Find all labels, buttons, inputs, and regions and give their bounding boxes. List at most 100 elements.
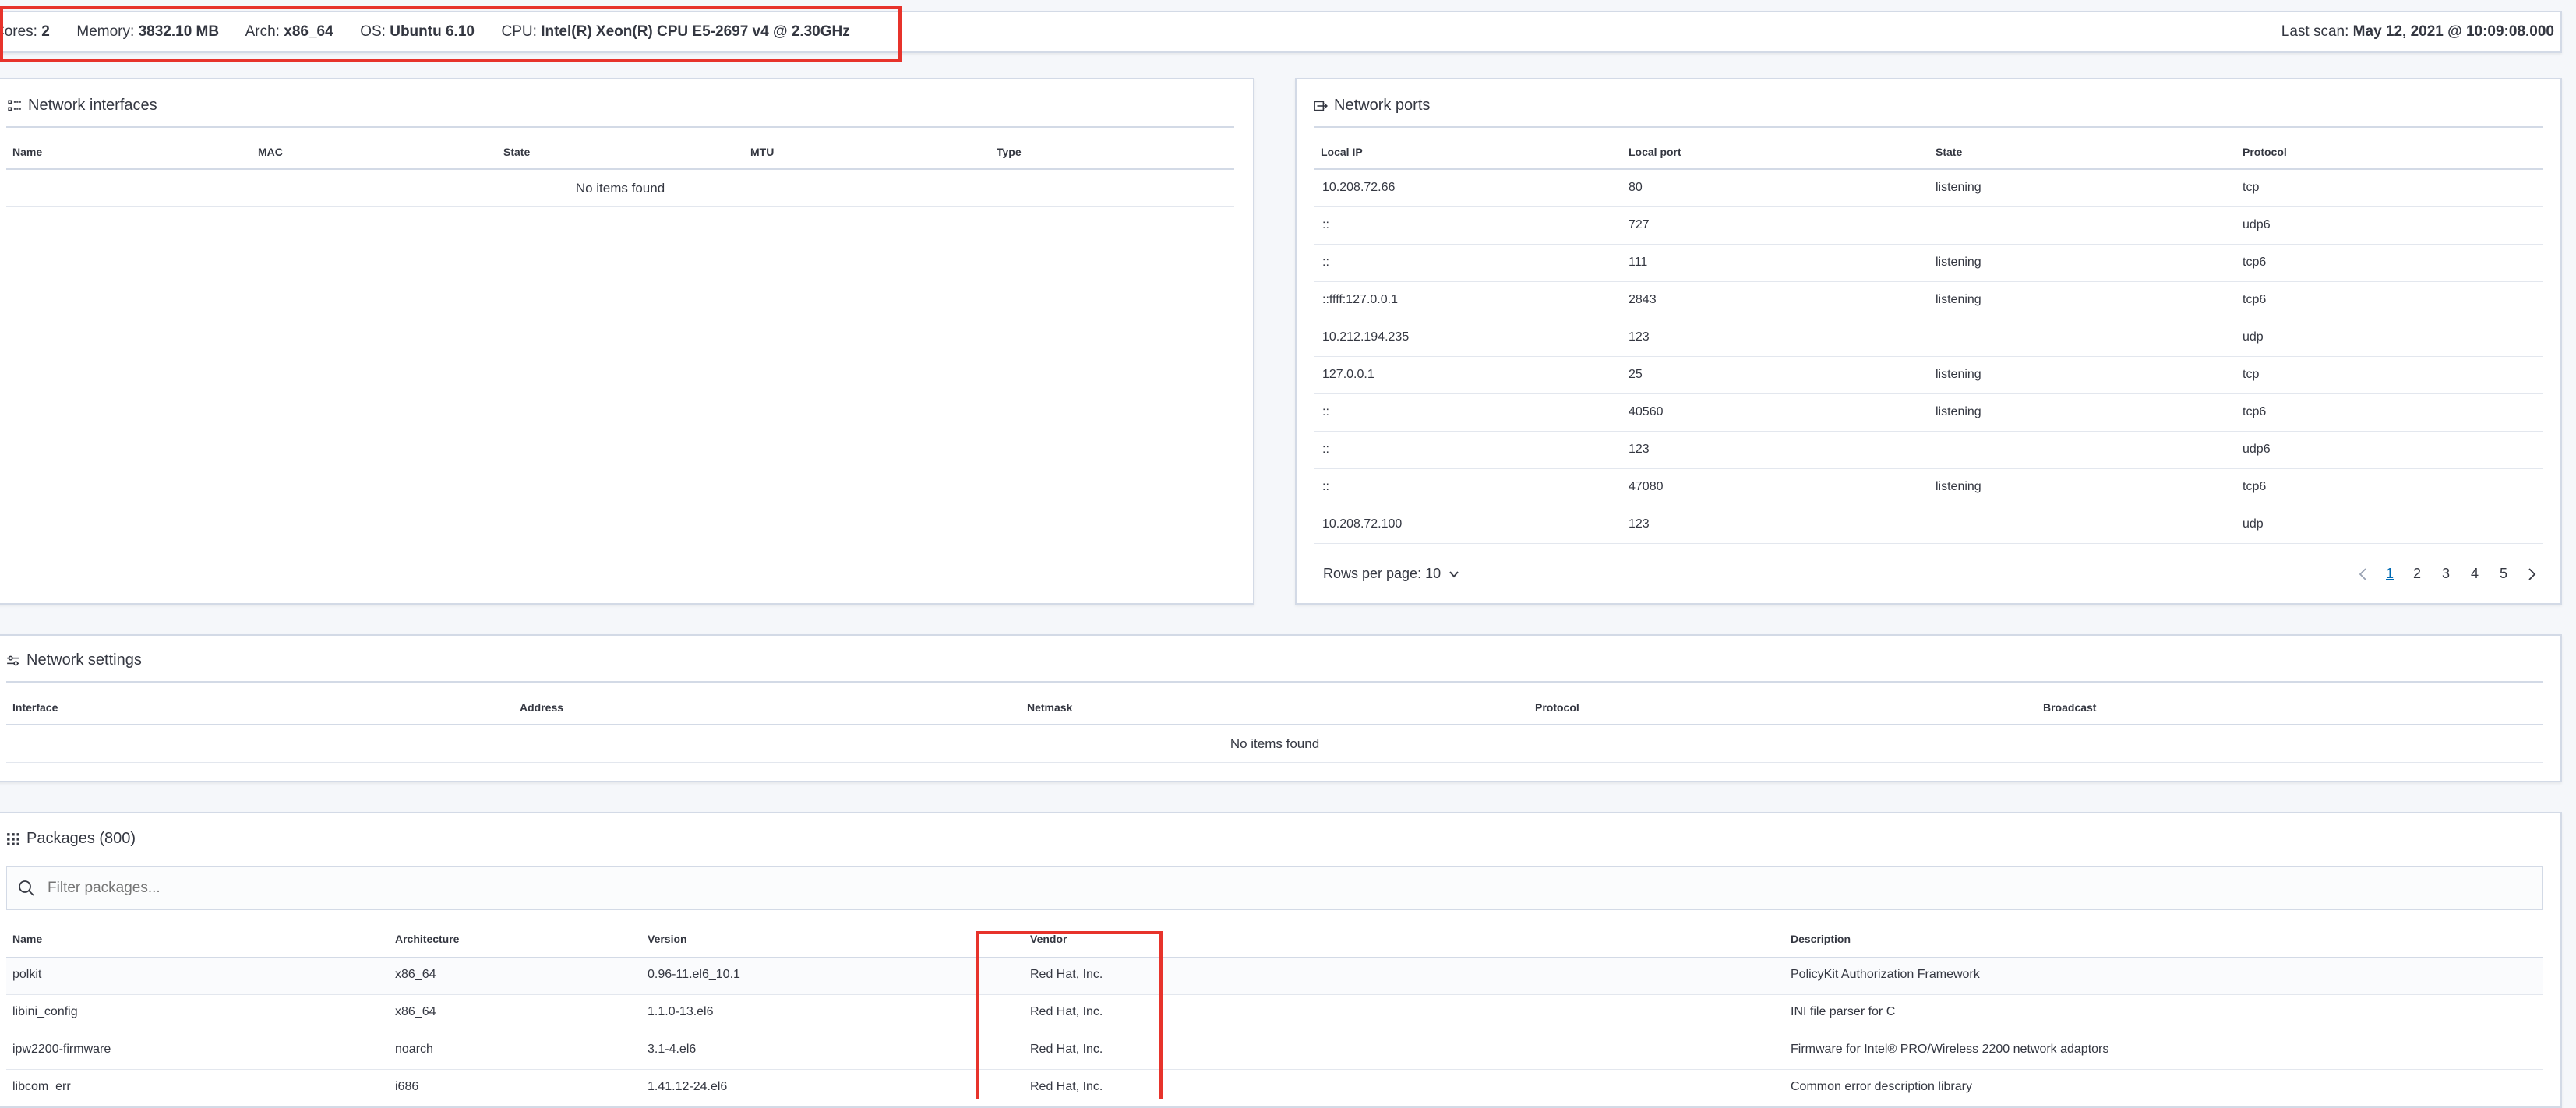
chevron-right-icon[interactable] [2526,567,2537,581]
network-ports-panel [1295,78,2562,605]
port-number: 47080 [1629,480,1664,493]
pkg-description: Firmware for Intel® PRO/Wireless 2200 ne… [1791,1043,2109,1056]
port-protocol: tcp6 [2243,405,2267,418]
port-ip: 127.0.0.1 [1322,368,1374,381]
last-scan: Last scan: May 12, 2021 @ 10:09:08.000 [2281,23,2554,41]
network-port-icon [1314,101,1328,111]
port-protocol: tcp6 [2243,480,2267,493]
pkg-version: 3.1-4.el6 [648,1043,697,1056]
col-protocol[interactable]: Protocol [2243,146,2287,158]
col-pkg-version[interactable]: Version [648,933,687,945]
network-interfaces-title: Network interfaces [8,97,157,115]
pkg-name: libcom_err [12,1080,71,1093]
port-ip: :: [1322,405,1329,418]
col-mac[interactable]: MAC [258,146,283,158]
last-scan-value: May 12, 2021 @ 10:09:08.000 [2352,23,2554,40]
col-local-ip[interactable]: Local IP [1321,146,1363,158]
list-icon [8,99,21,111]
col-type[interactable]: Type [997,146,1022,158]
port-state: listening [1936,181,1981,194]
col-port-state[interactable]: State [1936,146,1962,158]
network-ports-title: Network ports [1314,97,1430,115]
pkg-description: Common error description library [1791,1080,1972,1093]
search-icon [19,880,34,896]
col-pkg-arch[interactable]: Architecture [395,933,459,945]
network-settings-title: Network settings [6,651,142,669]
port-ip: :: [1322,443,1329,456]
port-protocol: udp [2243,330,2264,344]
pkg-version: 1.41.12-24.el6 [648,1080,728,1093]
col-netmask[interactable]: Netmask [1027,701,1072,714]
packages-search[interactable] [6,866,2543,910]
page-1[interactable]: 1 [2386,566,2394,582]
port-state: listening [1936,480,1981,493]
port-protocol: tcp6 [2243,293,2267,306]
port-protocol: tcp [2243,181,2260,194]
settings-sliders-icon [7,655,19,665]
port-state: listening [1936,293,1981,306]
pkg-arch: noarch [395,1043,433,1056]
port-ip: 10.212.194.235 [1322,330,1410,344]
page-3[interactable]: 3 [2442,566,2450,582]
port-number: 727 [1629,218,1650,231]
page-4[interactable]: 4 [2471,566,2479,582]
pkg-version: 0.96-11.el6_10.1 [648,968,740,981]
col-mtu[interactable]: MTU [750,146,774,158]
port-ip: 10.208.72.100 [1322,517,1403,531]
col-settings-protocol[interactable]: Protocol [1535,701,1579,714]
port-number: 25 [1629,368,1643,381]
port-number: 111 [1629,256,1648,269]
packages-filter-input[interactable] [46,879,2387,898]
page-5[interactable]: 5 [2500,566,2507,582]
pkg-version: 1.1.0-13.el6 [648,1005,714,1018]
pkg-description: INI file parser for C [1791,1005,1896,1018]
port-number: 2843 [1629,293,1657,306]
settings-empty: No items found [1230,736,1320,751]
network-settings-panel [0,634,2562,782]
port-ip: 10.208.72.66 [1322,181,1396,194]
port-protocol: tcp [2243,368,2260,381]
port-ip: :: [1322,480,1329,493]
col-name[interactable]: Name [12,146,42,158]
port-state: listening [1936,405,1981,418]
vendor-column-highlight [976,931,1163,1099]
pkg-name: libini_config [12,1005,78,1018]
pkg-description: PolicyKit Authorization Framework [1791,968,1980,981]
chevron-down-icon [1449,570,1459,577]
port-ip: :: [1322,218,1329,231]
port-number: 123 [1629,443,1650,456]
col-broadcast[interactable]: Broadcast [2043,701,2096,714]
pkg-arch: x86_64 [395,968,436,981]
col-local-port[interactable]: Local port [1629,146,1681,158]
port-protocol: tcp6 [2243,256,2267,269]
col-state[interactable]: State [503,146,530,158]
pkg-name: ipw2200-firmware [12,1043,111,1056]
col-address[interactable]: Address [520,701,563,714]
grid-apps-icon [7,832,19,845]
col-pkg-name[interactable]: Name [12,933,42,945]
packages-title: Packages (800) [6,830,136,848]
port-number: 123 [1629,330,1650,344]
interfaces-empty: No items found [575,181,665,196]
col-interface[interactable]: Interface [12,701,58,714]
col-pkg-description[interactable]: Description [1791,933,1851,945]
port-state: listening [1936,256,1981,269]
pkg-arch: x86_64 [395,1005,436,1018]
port-protocol: udp6 [2243,218,2271,231]
summary-highlight [0,6,902,62]
port-ip: ::ffff:127.0.0.1 [1322,293,1398,306]
pkg-name: polkit [12,968,42,981]
port-number: 40560 [1629,405,1664,418]
network-interfaces-panel [0,78,1254,605]
port-number: 123 [1629,517,1650,531]
last-scan-label: Last scan: [2281,23,2349,40]
port-number: 80 [1629,181,1643,194]
port-ip: :: [1322,256,1329,269]
page-2[interactable]: 2 [2413,566,2421,582]
rows-per-page-button[interactable]: Rows per page: 10 [1323,566,1459,582]
port-protocol: udp6 [2243,443,2271,456]
pkg-arch: i686 [395,1080,419,1093]
port-state: listening [1936,368,1981,381]
port-protocol: udp [2243,517,2264,531]
chevron-left-icon[interactable] [2358,567,2369,581]
